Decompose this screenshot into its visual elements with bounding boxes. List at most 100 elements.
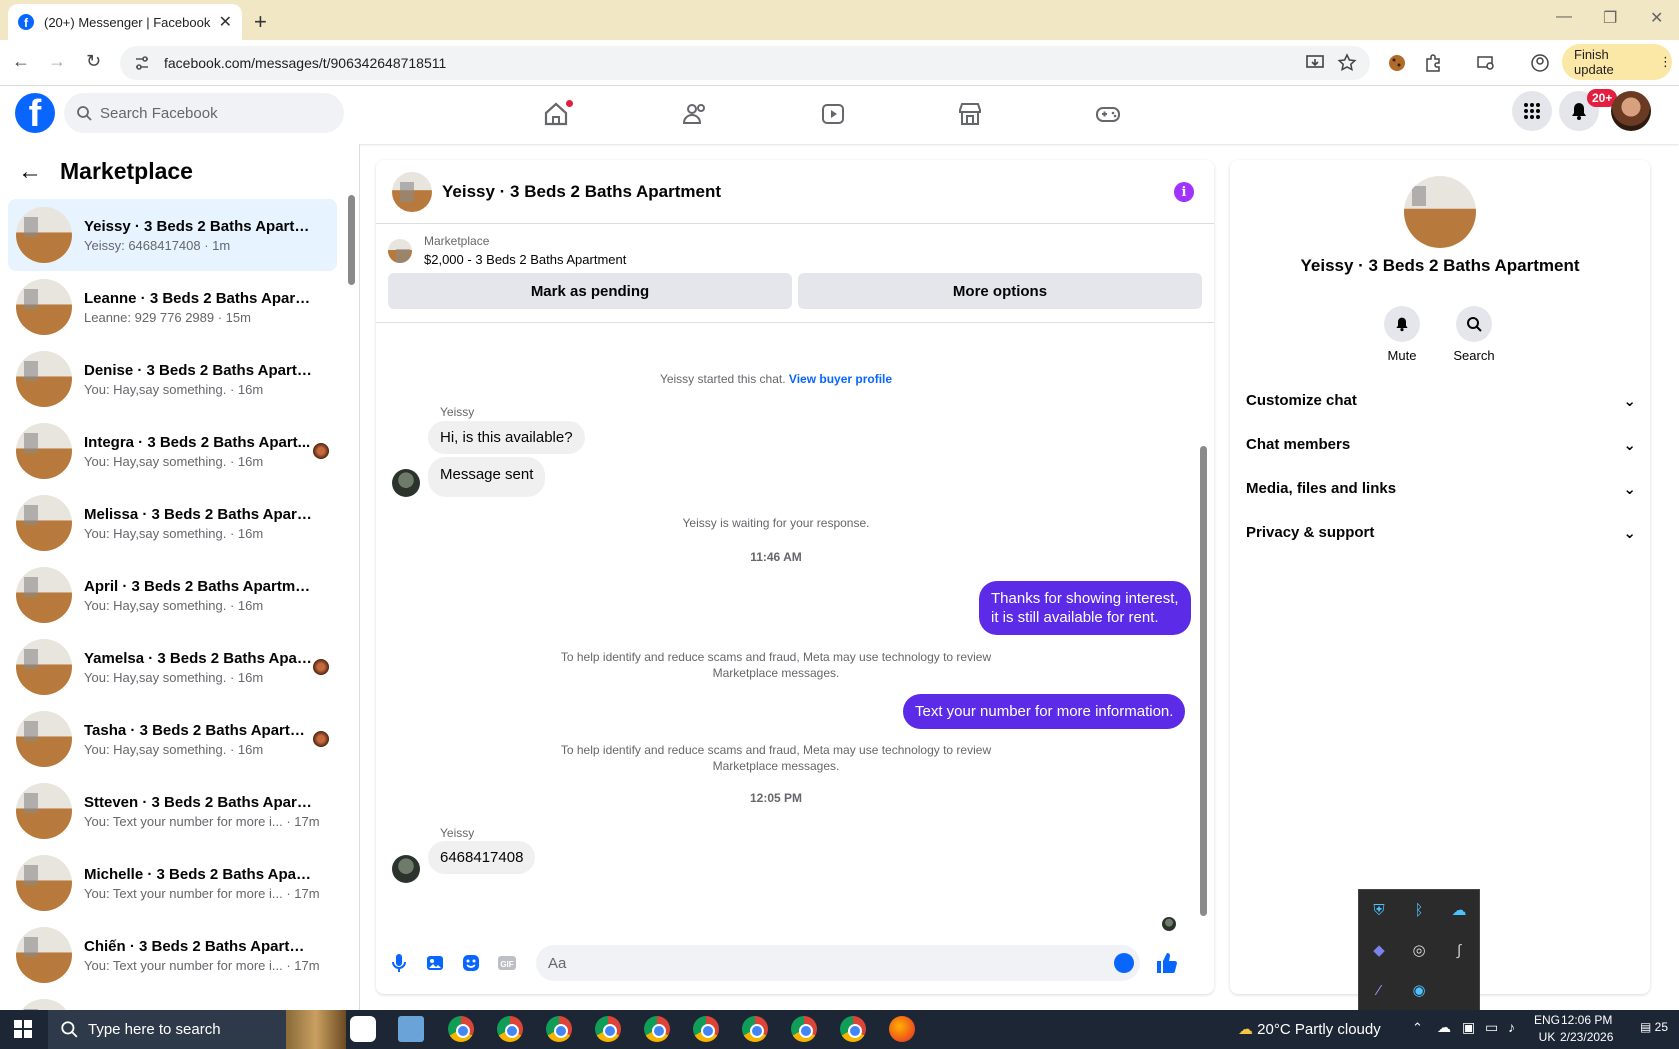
- cookie-extension-icon[interactable]: [1387, 53, 1407, 73]
- facebook-search-input[interactable]: Search Facebook: [64, 93, 344, 133]
- reload-icon[interactable]: ↻: [86, 51, 101, 72]
- onedrive-icon[interactable]: ☁: [1437, 1019, 1451, 1036]
- gif-icon[interactable]: GIF: [496, 952, 518, 974]
- media-search-icon[interactable]: [1476, 53, 1496, 73]
- site-settings-icon[interactable]: [134, 55, 150, 71]
- accordion-media-files-links[interactable]: Media, files and links ⌄: [1246, 480, 1636, 498]
- volume-icon[interactable]: ♪: [1508, 1019, 1515, 1035]
- sidebar-scrollbar[interactable]: [348, 195, 355, 285]
- info-icon[interactable]: i: [1174, 182, 1194, 202]
- incoming-message[interactable]: 6468417408: [428, 841, 536, 874]
- accordion-chat-members[interactable]: Chat members ⌄: [1246, 436, 1636, 454]
- search-in-chat-button[interactable]: Search: [1444, 306, 1504, 363]
- bookmark-star-icon[interactable]: [1337, 53, 1357, 73]
- address-bar[interactable]: facebook.com/messages/t/906342648718511: [120, 46, 1370, 80]
- chrome-icon[interactable]: [595, 1016, 621, 1042]
- back-arrow-icon[interactable]: ←: [18, 158, 42, 186]
- gaming-icon[interactable]: [1094, 100, 1122, 128]
- teams-icon[interactable]: ◆: [1359, 930, 1399, 970]
- install-app-icon[interactable]: [1305, 53, 1325, 73]
- feather-app-icon[interactable]: ⁄: [1359, 970, 1399, 1010]
- mute-button[interactable]: Mute: [1372, 306, 1432, 363]
- app-icon[interactable]: [350, 1016, 376, 1042]
- conversation-item[interactable]: Leanne · 3 Beds 2 Baths Apartm... Leanne:…: [8, 271, 337, 343]
- restore-icon[interactable]: ❐: [1603, 8, 1617, 28]
- bluetooth-icon[interactable]: ᛒ: [1399, 890, 1439, 930]
- notification-center-icon[interactable]: ▤ 25: [1640, 1020, 1668, 1034]
- details-avatar[interactable]: [1404, 176, 1476, 248]
- cloud-sync-icon[interactable]: ☁: [1439, 890, 1479, 930]
- chrome-icon[interactable]: [742, 1016, 768, 1042]
- minimize-icon[interactable]: —: [1556, 8, 1572, 26]
- back-icon[interactable]: ←: [12, 51, 30, 72]
- sender-avatar[interactable]: [392, 469, 420, 497]
- pen-tool-icon[interactable]: ∫: [1439, 930, 1479, 970]
- chrome-icon[interactable]: [693, 1016, 719, 1042]
- chrome-icon[interactable]: [497, 1016, 523, 1042]
- weather-widget[interactable]: ☁ 20°C Partly cloudy: [1238, 1020, 1381, 1038]
- sticker-icon[interactable]: [460, 952, 482, 974]
- tray-chevron-up-icon[interactable]: ⌃: [1412, 1020, 1423, 1036]
- listing-banner[interactable]: Marketplace $2,000 - 3 Beds 2 Baths Apar…: [376, 224, 1214, 267]
- conversation-item[interactable]: Denise · 3 Beds 2 Baths Apartme... You: H…: [8, 343, 337, 415]
- finish-update-button[interactable]: Finish update ⋮: [1562, 44, 1672, 80]
- message-input[interactable]: Aa: [536, 945, 1140, 981]
- video-icon[interactable]: [819, 100, 847, 128]
- conversation-item[interactable]: April · 3 Beds 2 Baths Apartment You: Hay…: [8, 559, 337, 631]
- accordion-privacy-support[interactable]: Privacy & support ⌄: [1246, 524, 1636, 542]
- chat-avatar[interactable]: [392, 171, 432, 212]
- conversation-item[interactable]: Stteven · 3 Beds 2 Baths Apartm... You: T…: [8, 775, 337, 847]
- notepad-app-icon[interactable]: [398, 1016, 424, 1042]
- conversation-item[interactable]: Jacquetta · 3 Beds 2 Baths Apart...: [8, 991, 337, 1010]
- new-tab-icon[interactable]: +: [254, 9, 267, 35]
- profile-icon[interactable]: [1530, 53, 1550, 73]
- extensions-icon[interactable]: [1423, 53, 1443, 73]
- like-thumbs-up-icon[interactable]: [1154, 951, 1178, 975]
- windows-start-icon[interactable]: [14, 1020, 32, 1038]
- conversation-item[interactable]: Yeissy · 3 Beds 2 Baths Apartment Yeissy:…: [8, 199, 337, 271]
- conversation-item[interactable]: Yamelsa · 3 Beds 2 Baths Apar... You: Hay…: [8, 631, 337, 703]
- friends-icon[interactable]: [681, 100, 709, 128]
- incoming-message[interactable]: Message sent: [428, 457, 546, 497]
- more-options-button[interactable]: More options: [798, 273, 1202, 309]
- chrome-icon[interactable]: [791, 1016, 817, 1042]
- camera-icon[interactable]: ▣: [1462, 1019, 1475, 1036]
- conversation-item[interactable]: Chiến · 3 Beds 2 Baths Apartment You: Tex…: [8, 919, 337, 991]
- browser-tab[interactable]: f (20+) Messenger | Facebook ✕: [8, 4, 242, 40]
- language-indicator[interactable]: ENG UK: [1534, 1012, 1560, 1046]
- forward-icon[interactable]: →: [48, 51, 66, 72]
- facebook-logo-icon[interactable]: f: [15, 93, 55, 133]
- incoming-message[interactable]: Hi, is this available?: [428, 421, 585, 454]
- marketplace-icon[interactable]: [956, 100, 984, 128]
- menu-grid-button[interactable]: [1512, 91, 1552, 131]
- account-avatar[interactable]: [1611, 91, 1651, 131]
- chrome-icon[interactable]: [448, 1016, 474, 1042]
- conversation-item[interactable]: Michelle · 3 Beds 2 Baths Apart... You: T…: [8, 847, 337, 919]
- system-clock[interactable]: 12:06 PM 2/23/2026: [1560, 1012, 1613, 1046]
- mark-as-pending-button[interactable]: Mark as pending: [388, 273, 792, 309]
- security-shield-icon[interactable]: ⛨: [1359, 890, 1399, 930]
- location-app-icon[interactable]: ◉: [1399, 970, 1439, 1010]
- chrome-icon[interactable]: [546, 1016, 572, 1042]
- chat-title[interactable]: Yeissy · 3 Beds 2 Baths Apartment: [442, 182, 721, 202]
- accordion-customize-chat[interactable]: Customize chat ⌄: [1246, 392, 1636, 410]
- sender-avatar[interactable]: [392, 855, 420, 883]
- emoji-icon[interactable]: [1114, 953, 1134, 973]
- chat-scrollbar[interactable]: [1200, 446, 1207, 916]
- conversation-item[interactable]: Melissa · 3 Beds 2 Baths Apartm... You: H…: [8, 487, 337, 559]
- window-close-icon[interactable]: ✕: [1650, 8, 1663, 28]
- conversation-item[interactable]: Integra · 3 Beds 2 Baths Apart... You: Ha…: [8, 415, 337, 487]
- firefox-icon[interactable]: [889, 1016, 915, 1042]
- close-tab-icon[interactable]: ✕: [219, 12, 232, 32]
- microphone-icon[interactable]: [388, 952, 410, 974]
- meeting-camera-icon[interactable]: ◎: [1399, 930, 1439, 970]
- view-buyer-profile-link[interactable]: View buyer profile: [789, 372, 892, 386]
- chrome-icon[interactable]: [644, 1016, 670, 1042]
- taskbar-search[interactable]: Type here to search: [48, 1010, 346, 1049]
- chrome-icon[interactable]: [840, 1016, 866, 1042]
- photo-icon[interactable]: [424, 952, 446, 974]
- outgoing-message[interactable]: Text your number for more information.: [903, 694, 1186, 729]
- outgoing-message[interactable]: Thanks for showing interest, it is still …: [979, 581, 1191, 635]
- conversation-item[interactable]: Tasha · 3 Beds 2 Baths Apartm... You: Hay…: [8, 703, 337, 775]
- network-icon[interactable]: ▭: [1485, 1019, 1498, 1036]
